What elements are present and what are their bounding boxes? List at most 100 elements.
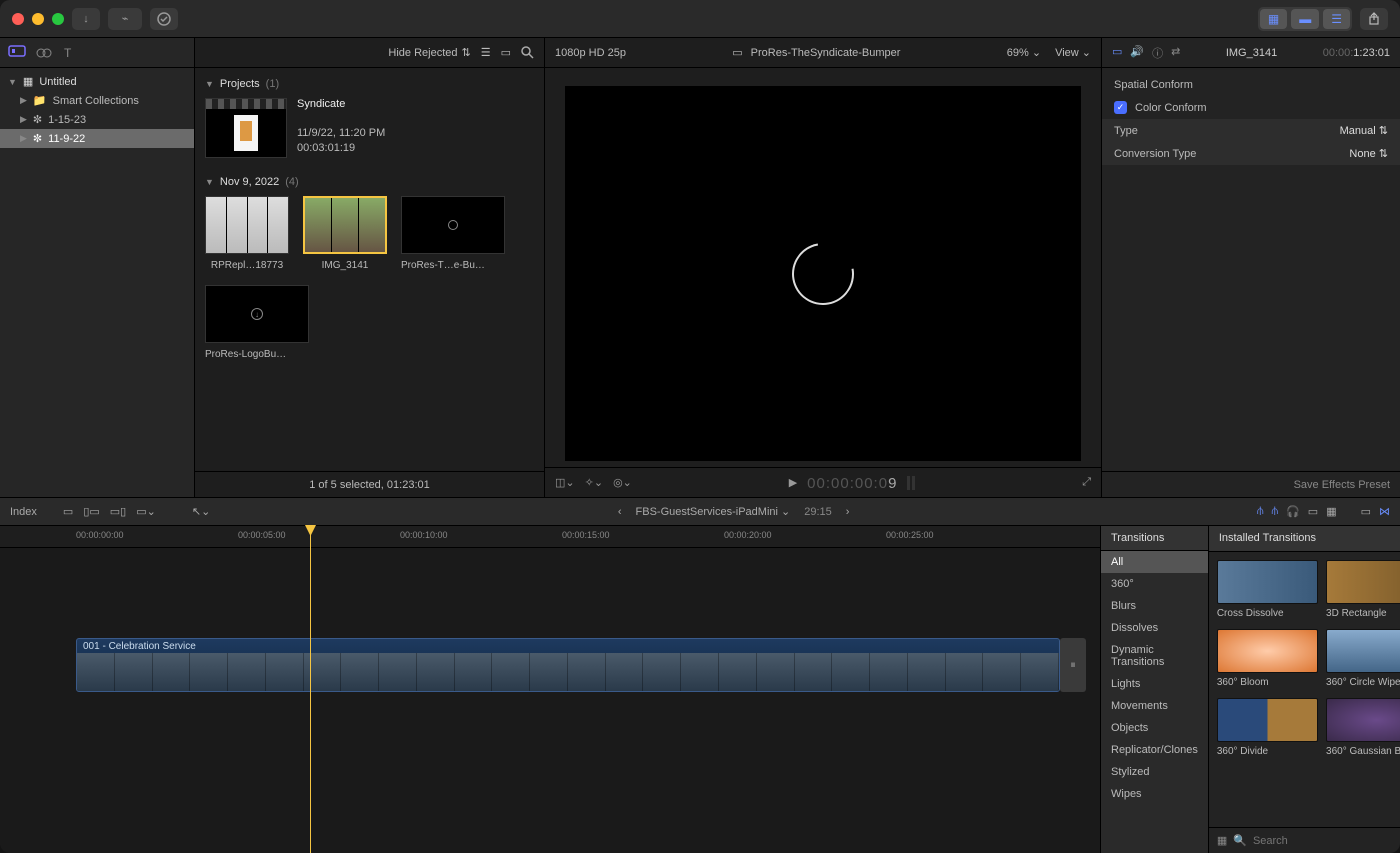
search-input[interactable] (1253, 835, 1395, 847)
transition-item[interactable]: 360° Divide (1217, 698, 1318, 757)
effects-browser-icon[interactable]: ▦ (1326, 505, 1336, 518)
transition-item[interactable]: 360° Bloom (1217, 629, 1318, 688)
audio-inspector-tab[interactable]: 🔊 (1130, 45, 1144, 61)
keyword-button[interactable]: ⌁ (108, 8, 142, 30)
search-icon[interactable] (521, 46, 534, 59)
transition-item[interactable]: Cross Dissolve (1217, 560, 1318, 619)
conversion-value[interactable]: None ⇅ (1349, 147, 1388, 160)
category-item[interactable]: Dynamic Transitions (1101, 639, 1208, 673)
inspector-toggle[interactable]: ☰ (1323, 9, 1350, 29)
insert-clip-icon[interactable]: ▯▭ (83, 505, 99, 518)
sidebar-item-smart[interactable]: ▶ 📁 Smart Collections (0, 91, 194, 110)
clip-item[interactable]: ProRes-T…e-Bumper (401, 196, 485, 271)
timeline-clip[interactable]: 001 - Celebration Service (76, 638, 1060, 692)
sidebar-item-event[interactable]: ▶ ✼ 11-9-22 (0, 129, 194, 148)
project-item[interactable]: Syndicate 11/9/22, 11:20 PM 00:03:01:19 (205, 98, 534, 158)
append-clip-icon[interactable]: ▭▯ (110, 505, 126, 518)
inspector: ▭ 🔊 ⓘ ⇄ IMG_3141 00:00:1:23:01 Spatial C… (1102, 38, 1400, 497)
tool-select-icon[interactable]: ↖⌄ (192, 505, 210, 518)
category-item[interactable]: 360° (1101, 573, 1208, 595)
transform-icon[interactable]: ◫⌄ (555, 476, 575, 489)
timeline-ruler[interactable]: 00:00:00:00 00:00:05:00 00:00:10:00 00:0… (0, 526, 1100, 548)
transition-item[interactable]: 3D Rectangle (1326, 560, 1400, 619)
spatial-conform-header[interactable]: Spatial Conform (1102, 74, 1400, 96)
filmstrip-view-icon[interactable]: ▭ (501, 46, 511, 59)
libraries-icon[interactable] (8, 44, 26, 62)
close-window[interactable] (12, 13, 24, 25)
category-item[interactable]: Movements (1101, 695, 1208, 717)
info-inspector-tab[interactable]: ⓘ (1152, 45, 1163, 61)
category-item[interactable]: Wipes (1101, 783, 1208, 805)
timecode-display[interactable]: 00:00:00:09 (807, 474, 897, 492)
sidebar-item-event[interactable]: ▶ ✼ 1-15-23 (0, 110, 194, 129)
category-item[interactable]: Dissolves (1101, 617, 1208, 639)
snapping-icon[interactable]: ▭ (1308, 505, 1318, 518)
param-label: Conversion Type (1114, 148, 1341, 160)
overwrite-clip-icon[interactable]: ▭⌄ (136, 505, 156, 518)
event-section[interactable]: ▼ Nov 9, 2022 (4) (205, 176, 534, 188)
checkbox-icon[interactable]: ✓ (1114, 101, 1127, 114)
clip-end-handle[interactable]: ⏸ (1060, 638, 1086, 692)
titles-icon[interactable]: T (62, 46, 78, 60)
category-item[interactable]: All (1101, 551, 1208, 573)
play-icon[interactable]: ▶ (789, 476, 797, 489)
solo-icon[interactable]: 🎧 (1286, 505, 1300, 518)
skimming-icon[interactable]: ⫛ (1257, 505, 1264, 518)
library-item[interactable]: ▼ ▦ Untitled (0, 72, 194, 91)
zoom-window[interactable] (52, 13, 64, 25)
grid-view-icon[interactable]: ▦ (1217, 834, 1227, 847)
enhance-icon[interactable]: ◎⌄ (613, 476, 632, 489)
sidebar-item-label: 11-9-22 (48, 133, 85, 145)
video-inspector-tab[interactable]: ▭ (1112, 45, 1122, 61)
viewer-canvas[interactable] (565, 86, 1081, 461)
category-item[interactable]: Objects (1101, 717, 1208, 739)
save-effects-preset[interactable]: Save Effects Preset (1102, 471, 1400, 497)
minimize-window[interactable] (32, 13, 44, 25)
clip-view-icon[interactable]: ☰ (481, 46, 491, 59)
prev-edit-icon[interactable]: ‹ (618, 506, 622, 518)
timeline-project-menu[interactable]: FBS-GuestServices-iPadMini ⌄ (636, 505, 791, 518)
media-browser-icon[interactable]: ▭ (1361, 505, 1371, 518)
transition-item[interactable]: 360° Circle Wipe (1326, 629, 1400, 688)
playhead[interactable] (310, 526, 311, 853)
type-row[interactable]: Type Manual ⇅ (1102, 119, 1400, 142)
clip-label: RPRepl…18773 (205, 260, 289, 271)
category-item[interactable]: Lights (1101, 673, 1208, 695)
param-label: Color Conform (1135, 102, 1207, 114)
conversion-row[interactable]: Conversion Type None ⇅ (1102, 142, 1400, 165)
zoom-menu[interactable]: 69% ⌄ (1007, 46, 1041, 59)
browser-toggle[interactable]: ▦ (1260, 9, 1287, 29)
category-item[interactable]: Stylized (1101, 761, 1208, 783)
background-tasks-button[interactable] (150, 8, 178, 30)
audio-skimming-icon[interactable]: ⫛ (1272, 505, 1279, 518)
view-menu[interactable]: View ⌄ (1055, 46, 1091, 59)
timeline[interactable]: 00:00:00:00 00:00:05:00 00:00:10:00 00:0… (0, 526, 1100, 853)
share-inspector-tab[interactable]: ⇄ (1171, 45, 1180, 61)
transitions-browser-icon[interactable]: ⋈ (1379, 505, 1390, 518)
transition-item[interactable]: 360° Gaussian Blur (1326, 698, 1400, 757)
installed-transitions-menu[interactable]: Installed Transitions⇅ (1209, 526, 1400, 552)
crop-icon[interactable]: ✧⌄ (585, 476, 603, 489)
color-conform-header[interactable]: ✓ Color Conform (1102, 96, 1400, 119)
photos-icon[interactable] (36, 46, 52, 60)
next-edit-icon[interactable]: › (846, 506, 850, 518)
clip-item[interactable]: RPRepl…18773 (205, 196, 289, 271)
clip-item[interactable]: ↓ ProRes-LogoBumper (205, 285, 289, 360)
projects-section[interactable]: ▼ Projects (1) (205, 78, 534, 90)
timeline-toggle[interactable]: ▬ (1291, 9, 1319, 29)
import-button[interactable]: ↓ (72, 8, 100, 30)
category-item[interactable]: Blurs (1101, 595, 1208, 617)
category-item[interactable]: Replicator/Clones (1101, 739, 1208, 761)
index-button[interactable]: Index (10, 506, 37, 518)
clip-title: 001 - Celebration Service (83, 641, 196, 652)
connect-clip-icon[interactable]: ▭ (63, 505, 73, 518)
section-label: Projects (220, 78, 260, 90)
filter-menu[interactable]: Hide Rejected ⇅ (388, 46, 470, 59)
share-button[interactable] (1360, 8, 1388, 30)
library-name: Untitled (39, 76, 76, 88)
fullscreen-icon[interactable]: ⤢ (1082, 476, 1091, 489)
inspector-timecode: 00:00:1:23:01 (1323, 46, 1390, 59)
clip-item[interactable]: IMG_3141 (303, 196, 387, 271)
window-controls (12, 13, 64, 25)
type-value[interactable]: Manual ⇅ (1340, 124, 1388, 137)
